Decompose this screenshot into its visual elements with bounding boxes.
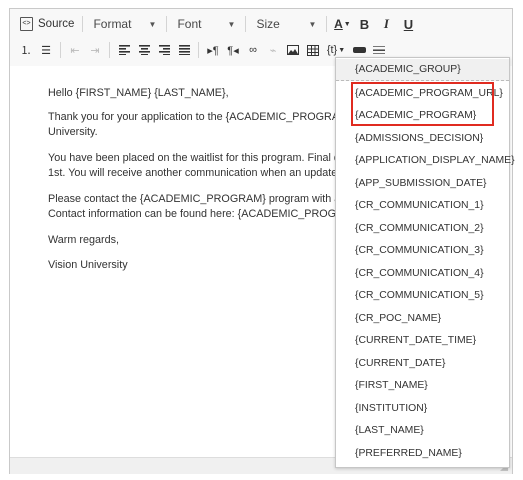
numbered-list-icon[interactable]: ⒈ (16, 40, 36, 60)
chevron-down-icon: ▼ (343, 20, 351, 28)
chevron-down-icon: ▼ (227, 19, 236, 29)
dropdown-item[interactable]: {FIRST_NAME} (336, 375, 509, 397)
source-icon: <> (20, 17, 33, 31)
dropdown-item[interactable]: {APP_SUBMISSION_DATE} (336, 173, 509, 195)
link-icon[interactable]: ∞ (243, 40, 263, 60)
dropdown-item[interactable]: {CR_COMMUNICATION_1} (336, 195, 509, 217)
body-line: 1st. You will receive another communicat… (48, 167, 353, 179)
closing-line: Warm regards, (48, 234, 119, 246)
dropdown-item[interactable]: {CURRENT_DATE_TIME} (336, 330, 509, 352)
separator (109, 42, 110, 58)
source-label: Source (38, 18, 75, 30)
chevron-down-icon: ▼ (338, 46, 346, 54)
separator (198, 42, 199, 58)
justify-icon (178, 45, 190, 55)
chevron-down-icon: ▼ (308, 19, 317, 29)
separator (166, 16, 168, 32)
text-direction-ltr-icon[interactable]: ▸¶ (203, 40, 223, 60)
body-line: Contact information can be found here: {… (48, 208, 352, 220)
align-center-icon[interactable] (134, 40, 154, 60)
bulleted-list-icon[interactable]: ☰ (36, 40, 56, 60)
greeting-line: Hello {FIRST_NAME} {LAST_NAME}, (48, 87, 229, 99)
separator (82, 16, 84, 32)
size-label: Size (256, 17, 280, 31)
size-dropdown[interactable]: Size ▼ (250, 13, 322, 35)
table-icon (307, 44, 319, 56)
align-right-icon (158, 45, 170, 55)
format-label: Format (93, 17, 132, 31)
separator (326, 16, 328, 32)
dropdown-item[interactable]: {CURRENT_DATE} (336, 353, 509, 375)
dropdown-item[interactable]: {CR_COMMUNICATION_3} (336, 240, 509, 262)
dropdown-item[interactable]: {INSTITUTION} (336, 398, 509, 420)
horizontal-rule-icon (373, 46, 385, 54)
justify-icon[interactable] (174, 40, 194, 60)
dropdown-item[interactable]: {CR_COMMUNICATION_2} (336, 218, 509, 240)
format-dropdown[interactable]: Format ▼ (87, 13, 162, 35)
chevron-down-icon: ▼ (148, 19, 157, 29)
dropdown-item[interactable]: {PREFERRED_NAME} (336, 443, 509, 465)
body-line: You have been placed on the waitlist for… (48, 152, 352, 164)
dropdown-item[interactable]: {CR_POC_NAME} (336, 308, 509, 330)
image-icon[interactable] (283, 40, 303, 60)
table-icon[interactable] (303, 40, 323, 60)
text-color-icon: A (334, 17, 343, 31)
source-button[interactable]: <> Source (16, 13, 78, 35)
dropdown-item[interactable]: {ADMISSIONS_DECISION} (336, 128, 509, 150)
dropdown-item[interactable]: {ACADEMIC_GROUP} (336, 59, 509, 81)
font-dropdown[interactable]: Font ▼ (171, 13, 241, 35)
toolbar-row-2: ⒈ ☰ ⇤ ⇥ ▸¶ ¶◂ ∞ ⌁ {t} ▼ (16, 37, 389, 63)
bold-button[interactable]: B (353, 13, 375, 35)
placeholder-label: {t} (326, 44, 338, 56)
signature-line: Vision University (48, 259, 128, 271)
dropdown-item[interactable]: {LAST_NAME} (336, 420, 509, 442)
indent-icon[interactable]: ⇥ (85, 40, 105, 60)
outdent-icon[interactable]: ⇤ (65, 40, 85, 60)
unlink-icon[interactable]: ⌁ (263, 40, 283, 60)
underline-button[interactable]: U (397, 13, 419, 35)
page-break-icon (352, 47, 366, 53)
image-icon (287, 45, 299, 55)
body-line: Please contact the {ACADEMIC_PROGRAM} pr… (48, 193, 352, 205)
align-left-icon[interactable] (114, 40, 134, 60)
dropdown-item[interactable]: {CR_COMMUNICATION_4} (336, 263, 509, 285)
body-line: University. (48, 126, 98, 138)
toolbar-row-1: <> Source Format ▼ Font ▼ Size ▼ A ▼ B I… (10, 11, 419, 37)
dropdown-item[interactable]: {CR_COMMUNICATION_5} (336, 285, 509, 307)
separator (245, 16, 247, 32)
body-line: Thank you for your application to the {A… (48, 111, 352, 123)
highlight-box (351, 82, 494, 126)
text-color-button[interactable]: A ▼ (331, 13, 353, 35)
font-label: Font (177, 17, 202, 31)
italic-button[interactable]: I (375, 13, 397, 35)
align-right-icon[interactable] (154, 40, 174, 60)
separator (60, 42, 61, 58)
text-direction-rtl-icon[interactable]: ¶◂ (223, 40, 243, 60)
align-center-icon (138, 45, 150, 55)
dropdown-item[interactable]: {APPLICATION_DISPLAY_NAME} (336, 150, 515, 172)
align-left-icon (118, 45, 130, 55)
